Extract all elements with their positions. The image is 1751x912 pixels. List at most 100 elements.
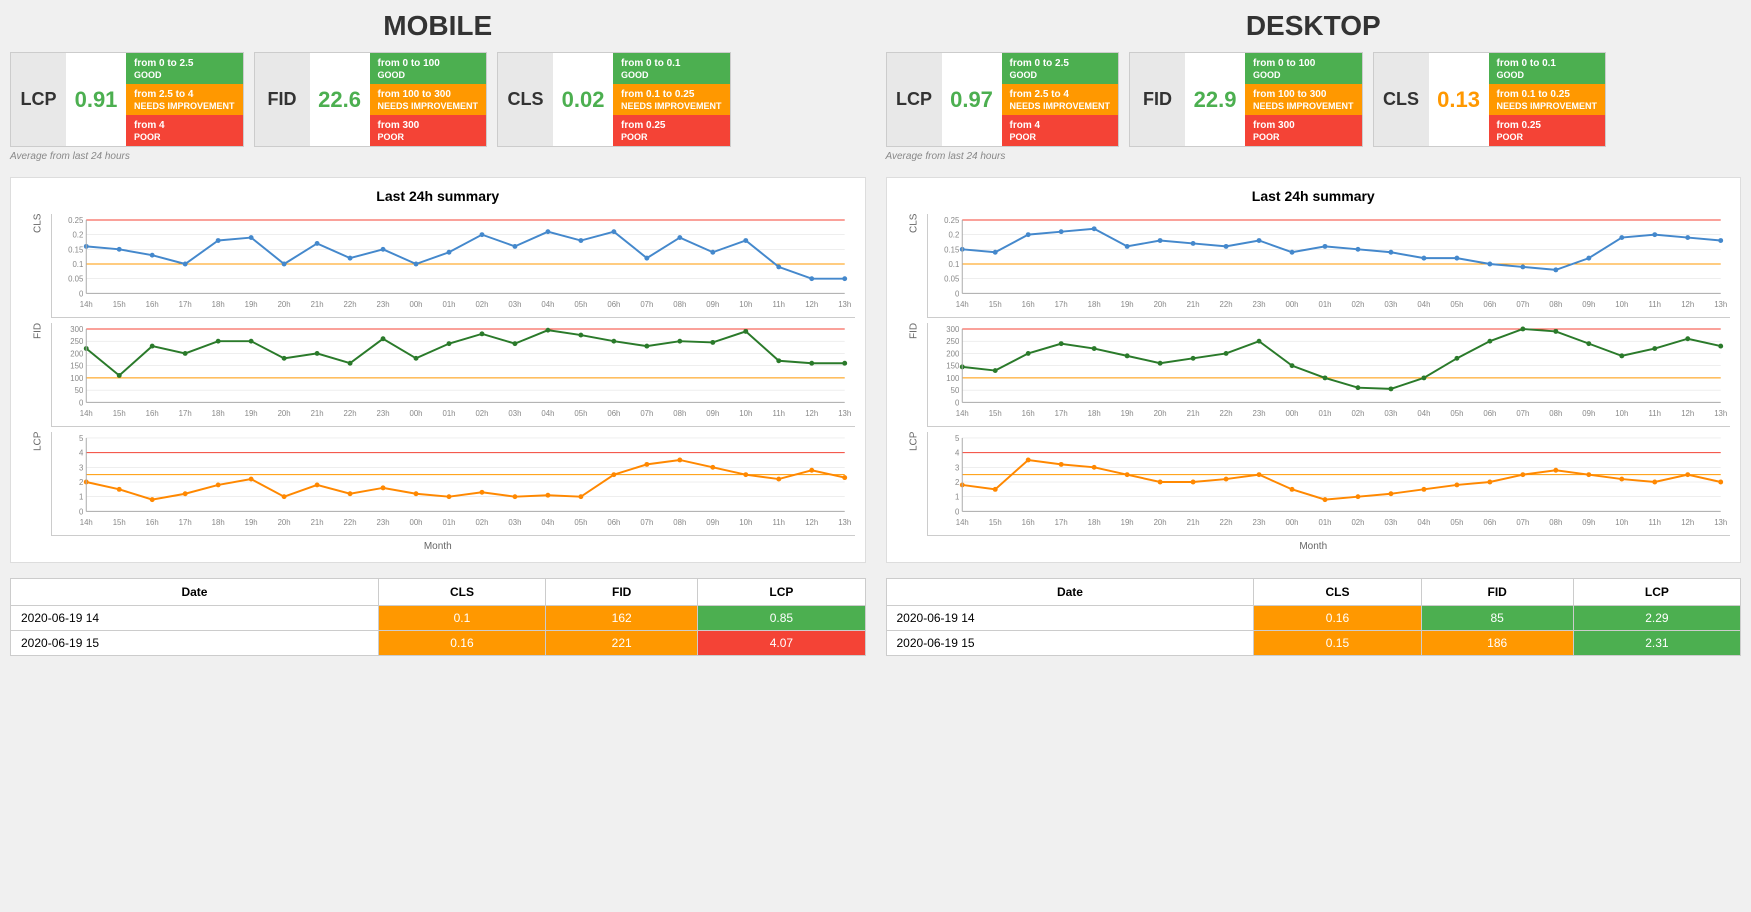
metric-ranges-1-2: from 0 to 0.1GOODfrom 0.1 to 0.25NEEDS I… [1489,53,1606,146]
svg-text:06h: 06h [1483,409,1496,418]
chart-row-0-2: LCP01234514h15h16h17h18h19h20h21h22h23h0… [21,432,855,536]
svg-text:22h: 22h [1219,409,1232,418]
svg-text:00h: 00h [1285,409,1298,418]
svg-text:00h: 00h [1285,518,1298,527]
svg-text:15h: 15h [113,518,126,527]
metric-range-0-2-0: from 0 to 0.1GOOD [613,53,730,84]
range-rating-1-0-0: GOOD [1010,70,1111,80]
metric-label-text-1-0: LCP [896,89,932,110]
svg-text:0: 0 [79,289,84,298]
svg-text:19h: 19h [1120,409,1133,418]
chart-section-1: Last 24h summaryCLS00.050.10.150.20.2514… [886,177,1742,563]
range-label-1-2-0: from 0 to 0.1 [1497,57,1598,70]
svg-text:0: 0 [954,398,959,407]
svg-text:11h: 11h [1648,300,1660,309]
metric-label-1-2: CLS [1374,53,1429,146]
range-rating-1-1-0: GOOD [1253,70,1354,80]
table-cls-1-1: 0.15 [1254,631,1421,656]
data-table-1: DateCLSFIDLCP2020-06-19 140.16852.292020… [886,578,1742,656]
svg-text:07h: 07h [640,300,653,309]
y-label-1-2: LCP [897,432,927,536]
svg-text:22h: 22h [344,518,357,527]
table-header-0-2: FID [546,579,698,606]
svg-text:16h: 16h [1021,300,1034,309]
metric-label-0-0: LCP [11,53,66,146]
table-date-1-0: 2020-06-19 14 [886,606,1254,631]
x-label-1: Month [897,541,1731,552]
svg-text:12h: 12h [805,300,818,309]
range-label-0-0-1: from 2.5 to 4 [134,88,235,101]
svg-text:08h: 08h [673,409,686,418]
svg-text:07h: 07h [640,409,653,418]
range-label-0-2-0: from 0 to 0.1 [621,57,722,70]
svg-text:1: 1 [954,493,958,502]
metric-label-text-0-1: FID [268,89,297,110]
range-rating-0-1-0: GOOD [378,70,479,80]
svg-text:08h: 08h [673,300,686,309]
svg-text:13h: 13h [1714,409,1727,418]
svg-text:00h: 00h [409,409,422,418]
svg-text:14h: 14h [80,300,93,309]
range-rating-1-2-0: GOOD [1497,70,1598,80]
range-label-1-1-0: from 0 to 100 [1253,57,1354,70]
sections-container: MOBILELCP0.91from 0 to 2.5GOODfrom 2.5 t… [10,10,1741,656]
svg-text:5: 5 [79,434,84,443]
svg-text:10h: 10h [739,409,752,418]
svg-text:04h: 04h [541,300,554,309]
range-label-1-2-2: from 0.25 [1497,119,1598,132]
table-date-1-1: 2020-06-19 15 [886,631,1254,656]
svg-text:11h: 11h [773,409,785,418]
svg-text:02h: 02h [1351,300,1364,309]
range-label-1-2-1: from 0.1 to 0.25 [1497,88,1598,101]
svg-text:23h: 23h [1252,300,1265,309]
svg-text:08h: 08h [673,518,686,527]
table-header-0-3: LCP [698,579,865,606]
range-rating-0-1-1: NEEDS IMPROVEMENT [378,101,479,111]
metric-value-col-0-2: 0.02 [553,53,613,146]
svg-text:05h: 05h [574,409,587,418]
svg-text:19h: 19h [1120,518,1133,527]
svg-text:150: 150 [70,362,84,371]
svg-text:0.1: 0.1 [72,260,83,269]
metric-card-1-0: LCP0.97from 0 to 2.5GOODfrom 2.5 to 4NEE… [886,52,1120,147]
svg-text:01h: 01h [1318,518,1331,527]
range-rating-1-0-2: POOR [1010,132,1111,142]
svg-text:05h: 05h [1450,518,1463,527]
table-fid-1-0: 85 [1421,606,1573,631]
svg-text:16h: 16h [146,300,159,309]
svg-text:20h: 20h [1153,300,1166,309]
svg-text:250: 250 [70,337,84,346]
svg-text:0.25: 0.25 [68,216,84,225]
svg-text:08h: 08h [1549,518,1562,527]
metric-value-1-1: 22.9 [1194,87,1237,113]
svg-text:10h: 10h [739,300,752,309]
svg-text:0.05: 0.05 [68,275,84,284]
metric-range-1-1-1: from 100 to 300NEEDS IMPROVEMENT [1245,84,1362,115]
svg-text:23h: 23h [377,409,390,418]
svg-text:250: 250 [946,337,960,346]
chart-area-0-2: 01234514h15h16h17h18h19h20h21h22h23h00h0… [51,432,855,536]
svg-text:00h: 00h [409,518,422,527]
svg-text:0.05: 0.05 [944,275,960,284]
y-label-1-0: CLS [897,214,927,318]
metric-label-text-0-0: LCP [21,89,57,110]
svg-text:200: 200 [946,349,960,358]
range-rating-1-0-1: NEEDS IMPROVEMENT [1010,101,1111,111]
range-rating-1-1-2: POOR [1253,132,1354,142]
svg-text:21h: 21h [311,518,324,527]
range-label-0-1-2: from 300 [378,119,479,132]
svg-text:04h: 04h [541,409,554,418]
svg-text:150: 150 [946,362,960,371]
metric-card-1-1: FID22.9from 0 to 100GOODfrom 100 to 300N… [1129,52,1363,147]
table-header-1-3: LCP [1573,579,1740,606]
svg-text:03h: 03h [1384,409,1397,418]
range-label-1-0-2: from 4 [1010,119,1111,132]
chart-title-0: Last 24h summary [21,188,855,204]
svg-text:100: 100 [946,374,960,383]
svg-text:02h: 02h [1351,409,1364,418]
svg-text:00h: 00h [1285,300,1298,309]
metric-range-1-1-0: from 0 to 100GOOD [1245,53,1362,84]
metric-label-text-1-2: CLS [1383,89,1419,110]
svg-text:1: 1 [79,493,83,502]
chart-row-0-1: FID05010015020025030014h15h16h17h18h19h2… [21,323,855,427]
